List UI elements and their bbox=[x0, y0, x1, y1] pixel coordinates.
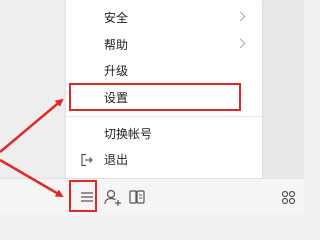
right-pane bbox=[262, 0, 304, 178]
apps-button[interactable] bbox=[276, 185, 300, 209]
menu-item-label: 退出 bbox=[104, 153, 129, 167]
logout-icon bbox=[80, 153, 94, 167]
menu-item-label: 安全 bbox=[104, 11, 129, 25]
menu-button-highlight-box bbox=[69, 180, 97, 212]
chevron-right-icon bbox=[235, 38, 246, 49]
menu-divider bbox=[66, 116, 262, 117]
menu-item-label: 切换帐号 bbox=[104, 127, 153, 141]
menu-item-switch-account[interactable]: 切换帐号 bbox=[66, 121, 262, 147]
file-manager-button[interactable] bbox=[125, 185, 149, 209]
files-icon bbox=[125, 185, 149, 209]
menu-item-upgrade[interactable]: 升级 bbox=[66, 58, 262, 84]
add-user-icon bbox=[101, 185, 125, 209]
menu-item-label: 升级 bbox=[104, 64, 129, 78]
menu-item-security[interactable]: 安全 bbox=[66, 5, 262, 31]
add-contact-button[interactable] bbox=[101, 185, 125, 209]
menu-item-help[interactable]: 帮助 bbox=[66, 32, 262, 58]
settings-highlight-box bbox=[69, 83, 241, 111]
grid-icon bbox=[276, 185, 300, 209]
menu-item-label: 帮助 bbox=[104, 38, 129, 52]
menu-item-logout[interactable]: 退出 bbox=[66, 147, 262, 173]
chevron-right-icon bbox=[235, 11, 246, 22]
bottom-toolbar bbox=[0, 178, 304, 215]
